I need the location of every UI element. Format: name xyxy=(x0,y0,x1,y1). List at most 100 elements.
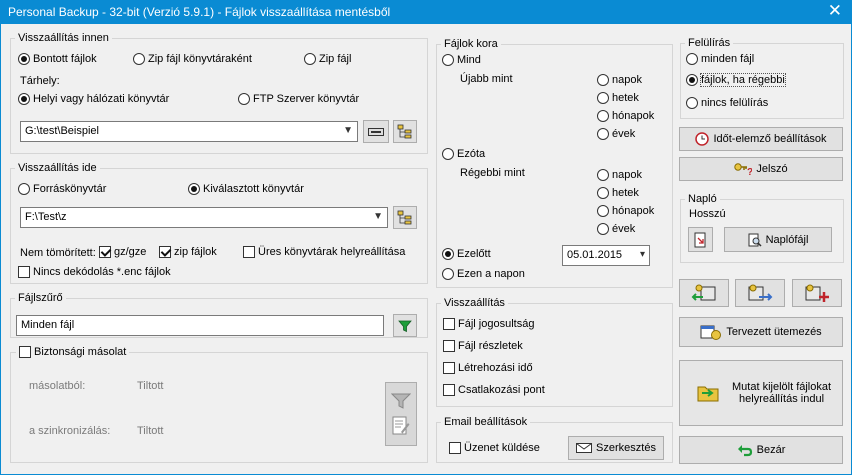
radio-dot xyxy=(238,93,250,105)
radio-older-weeks[interactable]: hetek xyxy=(597,187,639,199)
checkbox-box xyxy=(99,246,111,258)
radio-newer-years[interactable]: évek xyxy=(597,128,635,140)
back-arrow-icon xyxy=(737,445,752,457)
source-path-combo[interactable]: G:\test\Beispiel ▼ xyxy=(20,121,358,142)
radio-label: nincs felülírás xyxy=(701,97,769,109)
log-legend: Napló xyxy=(688,193,717,205)
file-filter-input[interactable]: Minden fájl xyxy=(16,315,384,336)
checkbox-creation-time[interactable]: Létrehozási idő xyxy=(443,362,533,374)
schedule-icon xyxy=(700,325,722,340)
radio-ftp-dir[interactable]: FTP Szerver könyvtár xyxy=(238,93,359,105)
checkbox-box xyxy=(19,346,31,358)
radio-overwrite-older[interactable]: fájlok, ha régebbi xyxy=(686,73,786,87)
checkbox-box xyxy=(443,340,455,352)
browse-source-button[interactable] xyxy=(393,120,417,143)
checkbox-box xyxy=(449,442,461,454)
svg-text:?: ? xyxy=(747,167,752,176)
radio-zip-as-dir[interactable]: Zip fájl könyvtáraként xyxy=(133,53,252,65)
radio-source-dir[interactable]: Forráskönyvtár xyxy=(18,183,106,195)
radio-dot xyxy=(686,74,698,86)
radio-dot xyxy=(597,169,609,181)
password-label: Jelszó xyxy=(756,163,788,175)
radio-label: évek xyxy=(612,223,636,235)
checkbox-box xyxy=(159,246,171,258)
checkbox-box xyxy=(443,384,455,396)
radio-label: hónapok xyxy=(612,110,655,122)
radio-newer-days[interactable]: napok xyxy=(597,74,642,86)
checkbox-box xyxy=(18,266,30,278)
drive-icon xyxy=(368,127,384,136)
save-settings-button[interactable] xyxy=(735,279,785,307)
checkbox-file-details[interactable]: Fájl részletek xyxy=(443,340,523,352)
file-filter-value: Minden fájl xyxy=(21,319,75,331)
log-mode-button[interactable] xyxy=(688,227,713,252)
funnel-icon xyxy=(391,393,411,409)
radio-label: FTP Szerver könyvtár xyxy=(253,93,360,105)
checkbox-backup-copy[interactable]: Biztonsági másolat xyxy=(16,346,130,358)
browse-target-button[interactable] xyxy=(393,206,417,229)
radio-older-years[interactable]: évek xyxy=(597,223,635,235)
close-button-label: Bezár xyxy=(756,444,786,456)
checkbox-label: zip fájlok xyxy=(174,246,217,258)
radio-zip-file[interactable]: Zip fájl xyxy=(304,53,351,65)
radio-dot xyxy=(18,183,30,195)
checkbox-empty-dirs[interactable]: Üres könyvtárak helyreállítása xyxy=(243,246,405,258)
radio-label: Ezelőtt xyxy=(457,248,491,260)
checkbox-no-decode[interactable]: Nincs dekódolás *.enc fájlok xyxy=(18,266,171,278)
edit-email-button[interactable]: Szerkesztés xyxy=(568,436,664,460)
radio-age-since[interactable]: Ezóta xyxy=(442,148,485,160)
restore-from-legend: Visszaállítás innen xyxy=(18,32,109,44)
filter-button[interactable] xyxy=(393,314,417,337)
radio-label: Forráskönyvtár xyxy=(33,183,107,195)
radio-overwrite-none[interactable]: nincs felülírás xyxy=(686,97,768,109)
drive-button[interactable] xyxy=(363,120,389,143)
checkbox-label: Létrehozási idő xyxy=(458,362,533,374)
radio-dot xyxy=(597,74,609,86)
newer-than-label: Újabb mint xyxy=(460,73,513,85)
log-length-label: Hosszú xyxy=(689,208,726,220)
radio-age-before[interactable]: Ezelőtt xyxy=(442,248,491,260)
radio-newer-months[interactable]: hónapok xyxy=(597,110,654,122)
checkbox-label: Fájl jogosultság xyxy=(458,318,535,330)
timezone-settings-button[interactable]: Időt-elemző beállítások xyxy=(679,127,843,151)
checkbox-label: Nincs dekódolás *.enc fájlok xyxy=(33,266,171,278)
close-button[interactable]: Bezár xyxy=(679,436,843,464)
radio-label: Zip fájl xyxy=(319,53,352,65)
checkbox-file-permissions[interactable]: Fájl jogosultság xyxy=(443,318,534,330)
checkbox-send-message[interactable]: Üzenet küldése xyxy=(449,442,540,454)
checkbox-gz[interactable]: gz/gze xyxy=(99,246,146,258)
radio-older-days[interactable]: napok xyxy=(597,169,642,181)
password-button[interactable]: ? Jelszó xyxy=(679,157,843,181)
radio-label: napok xyxy=(612,169,642,181)
close-icon[interactable]: ✕ xyxy=(828,1,842,21)
radio-dot xyxy=(597,223,609,235)
start-restore-button[interactable]: Mutat kijelölt fájlokat helyreállítás in… xyxy=(679,360,843,426)
radio-overwrite-all[interactable]: minden fájl xyxy=(686,53,754,65)
radio-label: hetek xyxy=(612,187,639,199)
radio-age-on-day[interactable]: Ezen a napon xyxy=(442,268,525,280)
radio-label: Bontott fájlok xyxy=(33,53,97,65)
radio-selected-dir[interactable]: Kiválasztott könyvtár xyxy=(188,183,304,195)
logfile-button[interactable]: Naplófájl xyxy=(724,227,832,252)
load-settings-button[interactable] xyxy=(679,279,729,307)
restore-to-legend: Visszaállítás ide xyxy=(18,162,97,174)
radio-unpacked-files[interactable]: Bontott fájlok xyxy=(18,53,97,65)
radio-age-all[interactable]: Mind xyxy=(442,54,481,66)
checkbox-junction-point[interactable]: Csatlakozási pont xyxy=(443,384,545,396)
radio-older-months[interactable]: hónapok xyxy=(597,205,654,217)
scheduled-task-button[interactable]: Tervezett ütemezés xyxy=(679,317,843,347)
add-settings-button[interactable] xyxy=(792,279,842,307)
file-filter-legend: Fájlszűrő xyxy=(18,292,63,304)
target-path-combo[interactable]: F:\Test\z ▼ xyxy=(20,207,388,228)
radio-dot xyxy=(442,54,454,66)
radio-label: Kiválasztott könyvtár xyxy=(203,183,304,195)
radio-newer-weeks[interactable]: hetek xyxy=(597,92,639,104)
overwrite-legend: Felülírás xyxy=(688,37,731,49)
checkbox-label: Biztonsági másolat xyxy=(34,346,127,358)
chevron-down-icon: ▼ xyxy=(373,211,383,222)
before-date-picker[interactable]: 05.01.2015 ▾ xyxy=(562,245,650,266)
restore-options-legend: Visszaállítás xyxy=(444,297,505,309)
radio-local-dir[interactable]: Helyi vagy hálózati könyvtár xyxy=(18,93,169,105)
checkbox-zip[interactable]: zip fájlok xyxy=(159,246,217,258)
radio-dot xyxy=(442,248,454,260)
